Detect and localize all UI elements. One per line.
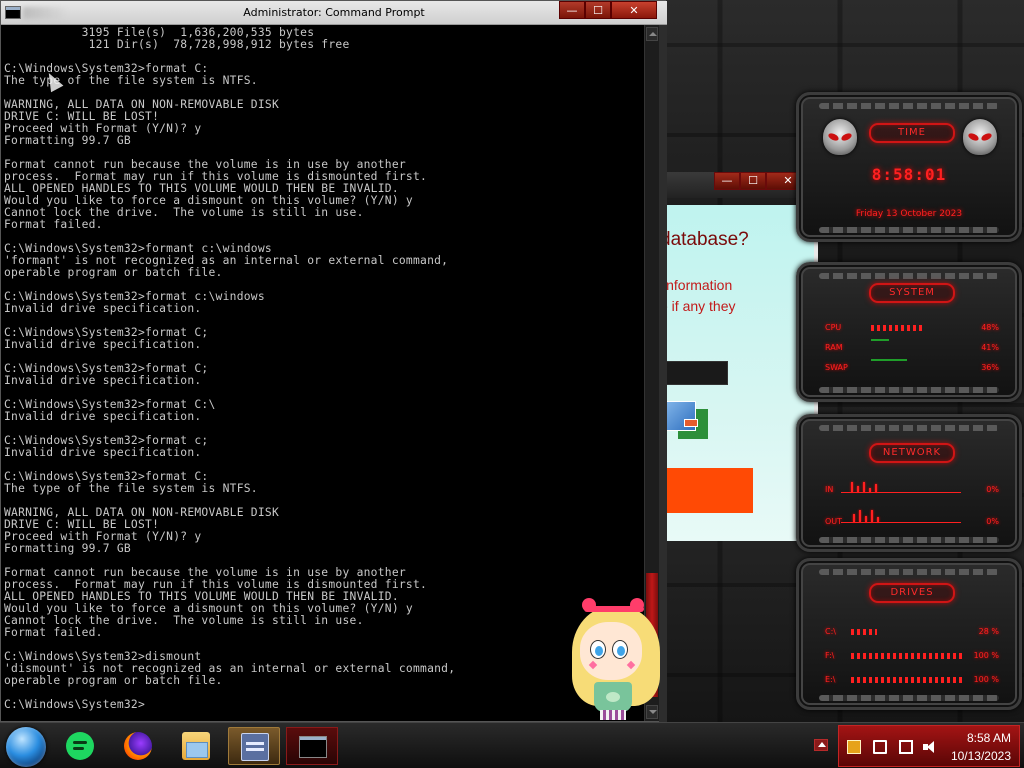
spotify-icon — [66, 732, 94, 760]
swap-value: 36% — [981, 363, 999, 372]
drive-c-value: 28 % — [978, 627, 999, 636]
console-line: C:\Windows\System32> — [4, 698, 146, 711]
console-line: Invalid drive specification. — [4, 446, 202, 459]
drive-row-f: F:\ 100 % — [825, 651, 999, 663]
console-line: Invalid drive specification. — [4, 374, 202, 387]
dialog-text-line-1: information — [663, 277, 733, 293]
dialog-heading: database? — [660, 229, 749, 250]
background-minimize-button[interactable]: — — [714, 172, 740, 190]
taskbar-firefox[interactable] — [112, 727, 164, 765]
cmd-window-controls: — ☐ ✕ — [559, 1, 657, 19]
network-gadget-header: NETWORK — [869, 443, 955, 463]
network-gadget[interactable]: NETWORK IN 0% OUT 0% — [796, 414, 1022, 552]
gadget-clock-time: 8:58:01 — [871, 165, 947, 184]
console-line: Invalid drive specification. — [4, 410, 202, 423]
console-line: operable program or batch file. — [4, 674, 223, 687]
network-out-value: 0% — [986, 517, 999, 526]
dialog-action-button[interactable] — [660, 468, 753, 513]
tray-clock-time[interactable]: 8:58 AM — [967, 731, 1011, 745]
time-gadget[interactable]: TIME 8:58:01 Friday 13 October 2023 — [796, 92, 1022, 242]
console-line: Format failed. — [4, 626, 103, 639]
cartoon-character-sticker — [566, 596, 664, 720]
system-row-ram: RAM 41% — [825, 339, 999, 355]
file-explorer-icon — [182, 732, 210, 760]
time-gadget-header: TIME — [869, 123, 955, 143]
console-output[interactable]: 3195 File(s) 1,636,200,535 bytes 121 Dir… — [1, 25, 644, 721]
system-row-cpu: CPU 48% — [825, 323, 999, 335]
alien-head-icon — [823, 119, 857, 155]
show-hidden-icons-arrow-icon[interactable] — [814, 739, 828, 751]
drive-e-meter — [851, 677, 963, 683]
network-in-value: 0% — [986, 485, 999, 494]
cpu-meter — [871, 325, 923, 331]
network-out-label: OUT — [825, 517, 843, 526]
drive-f-label: F:\ — [825, 651, 835, 660]
background-maximize-button[interactable]: ☐ — [740, 172, 766, 190]
cmd-minimize-button[interactable]: — — [559, 1, 585, 19]
alien-head-icon — [963, 119, 997, 155]
drive-f-meter — [851, 653, 963, 659]
system-row-swap: SWAP 36% — [825, 359, 999, 375]
taskbar: 8:58 AM 10/13/2023 — [0, 722, 1024, 768]
ram-label: RAM — [825, 343, 843, 352]
cpu-label: CPU — [825, 323, 842, 332]
tray-clock-date[interactable]: 10/13/2023 — [951, 749, 1011, 763]
start-orb-icon[interactable] — [6, 727, 46, 767]
gadget-clock-date: Friday 13 October 2023 — [855, 209, 963, 219]
cmd-close-button[interactable]: ✕ — [611, 1, 657, 19]
console-text: 3195 File(s) 1,636,200,535 bytes 121 Dir… — [4, 27, 455, 711]
taskbar-file-explorer[interactable] — [170, 727, 222, 765]
swap-meter — [871, 359, 907, 361]
background-app-window[interactable]: — ☐ ✕ database? information e if any the… — [656, 172, 818, 544]
console-line: Formatting 99.7 GB — [4, 542, 131, 555]
system-gadget-header: SYSTEM — [869, 283, 955, 303]
background-window-content: database? information e if any they — [660, 205, 814, 541]
command-prompt-icon — [299, 736, 327, 758]
drive-f-value: 100 % — [973, 651, 999, 660]
dialog-input-field[interactable] — [660, 361, 728, 385]
network-in-graph — [841, 479, 961, 493]
network-in-label: IN — [825, 485, 834, 494]
console-line: 121 Dir(s) 78,728,998,912 bytes free — [4, 38, 350, 51]
drive-c-meter — [851, 629, 877, 635]
swap-label: SWAP — [825, 363, 848, 372]
console-line: The type of the file system is NTFS. — [4, 482, 258, 495]
volume-icon[interactable] — [923, 740, 937, 754]
screen-app-icon — [241, 733, 269, 761]
dialog-text-line-2: e if any they — [660, 298, 736, 314]
drive-row-c: C:\ 28 % — [825, 627, 999, 639]
drives-gadget[interactable]: DRIVES C:\ 28 % F:\ 100 % E:\ 100 % — [796, 558, 1022, 710]
scroll-up-arrow-icon[interactable] — [646, 27, 658, 41]
system-gadget[interactable]: SYSTEM CPU 48% RAM 41% SWAP 36% — [796, 262, 1022, 402]
cmd-maximize-button[interactable]: ☐ — [585, 1, 611, 19]
system-tray: 8:58 AM 10/13/2023 — [838, 725, 1020, 767]
cpu-value: 48% — [981, 323, 999, 332]
console-line: The type of the file system is NTFS. — [4, 74, 258, 87]
drive-e-value: 100 % — [973, 675, 999, 684]
console-line: Invalid drive specification. — [4, 338, 202, 351]
app-image-icon — [666, 401, 708, 441]
taskbar-spotify[interactable] — [54, 727, 106, 765]
action-center-flag-icon[interactable] — [873, 740, 887, 754]
firefox-icon — [124, 732, 152, 760]
ram-meter — [871, 339, 889, 341]
console-line: Invalid drive specification. — [4, 302, 202, 315]
console-line: Format failed. — [4, 218, 103, 231]
drives-gadget-header: DRIVES — [869, 583, 955, 603]
ram-value: 41% — [981, 343, 999, 352]
network-icon[interactable] — [899, 740, 913, 754]
console-line: operable program or batch file. — [4, 266, 223, 279]
taskbar-screen-app[interactable] — [228, 727, 280, 765]
taskbar-command-prompt[interactable] — [286, 727, 338, 765]
network-out-graph — [841, 509, 961, 523]
drive-c-label: C:\ — [825, 627, 836, 636]
drive-e-label: E:\ — [825, 675, 836, 684]
tray-app-icon[interactable] — [847, 740, 861, 754]
console-line: Formatting 99.7 GB — [4, 134, 131, 147]
drive-row-e: E:\ 100 % — [825, 675, 999, 687]
background-window-titlebar[interactable]: — ☐ ✕ — [656, 172, 818, 198]
